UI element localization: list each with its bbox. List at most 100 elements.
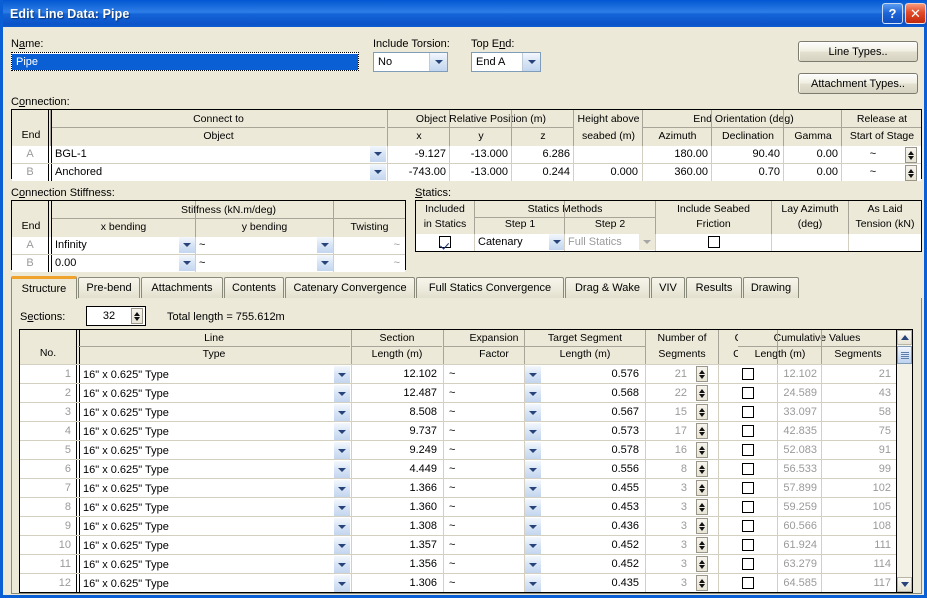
chevron-down-icon[interactable] xyxy=(525,366,541,383)
segments-spinner-icon[interactable] xyxy=(696,404,708,420)
line-type-select[interactable]: 16" x 0.625" Type xyxy=(80,366,350,383)
chevron-down-icon[interactable] xyxy=(334,404,350,421)
section-length-value[interactable]: 12.102 xyxy=(352,365,440,383)
section-length-value[interactable]: 1.360 xyxy=(352,498,440,516)
chevron-down-icon[interactable] xyxy=(334,499,350,516)
include-torsion-select[interactable]: No xyxy=(373,52,448,72)
expansion-factor-value[interactable]: ~ xyxy=(446,365,524,383)
chevron-down-icon[interactable] xyxy=(317,237,333,253)
chevron-down-icon[interactable] xyxy=(334,442,350,459)
chevron-down-icon[interactable] xyxy=(317,255,333,271)
segments-spinner-icon[interactable] xyxy=(696,385,708,401)
expansion-factor-select[interactable] xyxy=(525,404,543,421)
release-spinner-icon[interactable] xyxy=(905,147,917,163)
expansion-factor-select[interactable] xyxy=(525,518,543,535)
target-segment-length-value[interactable]: 0.452 xyxy=(544,536,642,554)
expansion-factor-select[interactable] xyxy=(525,461,543,478)
section-length-value[interactable]: 8.508 xyxy=(352,403,440,421)
chevron-down-icon[interactable] xyxy=(179,255,195,271)
chevron-down-icon[interactable] xyxy=(525,404,541,421)
chevron-down-icon[interactable] xyxy=(179,237,195,253)
section-length-value[interactable]: 4.449 xyxy=(352,460,440,478)
scrollbar-down-button[interactable] xyxy=(897,577,912,592)
segments-spinner-icon[interactable] xyxy=(696,518,708,534)
chevron-down-icon[interactable] xyxy=(525,461,541,478)
segments-spinner-icon[interactable] xyxy=(696,537,708,553)
chevron-down-icon[interactable] xyxy=(334,423,350,440)
sections-stepper[interactable]: 32 xyxy=(86,306,146,326)
grid-vertical-scrollbar[interactable] xyxy=(896,330,912,592)
chevron-down-icon[interactable] xyxy=(334,518,350,535)
tab-drag-wake[interactable]: Drag & Wake xyxy=(565,277,650,298)
target-segment-length-value[interactable]: 0.556 xyxy=(544,460,642,478)
expansion-factor-value[interactable]: ~ xyxy=(446,574,524,592)
chevron-down-icon[interactable] xyxy=(525,556,541,573)
expansion-factor-value[interactable]: ~ xyxy=(446,422,524,440)
stiffness-x-bending-select[interactable]: Infinity xyxy=(52,237,195,253)
expansion-factor-select[interactable] xyxy=(525,366,543,383)
expansion-factor-select[interactable] xyxy=(525,537,543,554)
lay-azimuth-input[interactable] xyxy=(772,234,846,250)
target-segment-length-value[interactable]: 0.435 xyxy=(544,574,642,592)
section-length-value[interactable]: 9.249 xyxy=(352,441,440,459)
chevron-down-icon[interactable] xyxy=(525,575,541,592)
expansion-factor-value[interactable]: ~ xyxy=(446,479,524,497)
chevron-down-icon[interactable] xyxy=(370,146,386,162)
target-segment-length-value[interactable]: 0.567 xyxy=(544,403,642,421)
target-segment-length-value[interactable]: 0.576 xyxy=(544,365,642,383)
tab-catenary-convergence[interactable]: Catenary Convergence xyxy=(285,277,415,298)
section-length-value[interactable]: 1.306 xyxy=(352,574,440,592)
tab-viv[interactable]: VIV xyxy=(651,277,685,298)
name-input[interactable]: Pipe xyxy=(11,52,359,71)
chevron-down-icon[interactable] xyxy=(334,537,350,554)
as-laid-tension-input[interactable] xyxy=(849,234,919,250)
line-type-select[interactable]: 16" x 0.625" Type xyxy=(80,575,350,592)
expansion-factor-select[interactable] xyxy=(525,423,543,440)
line-type-select[interactable]: 16" x 0.625" Type xyxy=(80,404,350,421)
section-length-value[interactable]: 1.366 xyxy=(352,479,440,497)
target-segment-length-value[interactable]: 0.578 xyxy=(544,441,642,459)
segments-spinner-icon[interactable] xyxy=(696,442,708,458)
tab-contents[interactable]: Contents xyxy=(224,277,284,298)
line-type-select[interactable]: 16" x 0.625" Type xyxy=(80,480,350,497)
line-types-button[interactable]: Line Types.. xyxy=(798,41,918,62)
tab-drawing[interactable]: Drawing xyxy=(743,277,799,298)
expansion-factor-select[interactable] xyxy=(525,480,543,497)
expansion-factor-select[interactable] xyxy=(525,442,543,459)
sections-spinner-icon[interactable] xyxy=(131,308,143,324)
segments-spinner-icon[interactable] xyxy=(696,480,708,496)
expansion-factor-value[interactable]: ~ xyxy=(446,555,524,573)
chevron-down-icon[interactable] xyxy=(334,366,350,383)
chevron-down-icon[interactable] xyxy=(334,480,350,497)
chevron-down-icon[interactable] xyxy=(334,556,350,573)
chevron-down-icon[interactable] xyxy=(334,385,350,402)
chevron-down-icon[interactable] xyxy=(549,234,565,250)
connection-row-object-select[interactable]: BGL-1 xyxy=(52,146,386,162)
line-type-select[interactable]: 16" x 0.625" Type xyxy=(80,461,350,478)
top-end-select[interactable]: End A xyxy=(471,52,541,72)
scrollbar-up-button[interactable] xyxy=(897,330,912,345)
expansion-factor-value[interactable]: ~ xyxy=(446,403,524,421)
tab-results[interactable]: Results xyxy=(686,277,742,298)
chevron-down-icon[interactable] xyxy=(370,164,386,180)
expansion-factor-value[interactable]: ~ xyxy=(446,460,524,478)
chevron-down-icon[interactable] xyxy=(525,385,541,402)
section-length-value[interactable]: 9.737 xyxy=(352,422,440,440)
line-type-select[interactable]: 16" x 0.625" Type xyxy=(80,442,350,459)
chevron-down-icon[interactable] xyxy=(334,575,350,592)
tab-attachments[interactable]: Attachments xyxy=(141,277,223,298)
chevron-down-icon[interactable] xyxy=(334,461,350,478)
connection-row-object-select[interactable]: Anchored xyxy=(52,164,386,180)
segments-spinner-icon[interactable] xyxy=(696,575,708,591)
expansion-factor-select[interactable] xyxy=(525,575,543,592)
chevron-down-icon[interactable] xyxy=(525,442,541,459)
expansion-factor-select[interactable] xyxy=(525,556,543,573)
target-segment-length-value[interactable]: 0.568 xyxy=(544,384,642,402)
line-type-select[interactable]: 16" x 0.625" Type xyxy=(80,556,350,573)
segments-spinner-icon[interactable] xyxy=(696,556,708,572)
segments-spinner-icon[interactable] xyxy=(696,423,708,439)
chevron-down-icon[interactable] xyxy=(525,499,541,516)
help-icon[interactable]: ? xyxy=(882,3,903,24)
chevron-down-icon[interactable] xyxy=(525,423,541,440)
target-segment-length-value[interactable]: 0.455 xyxy=(544,479,642,497)
